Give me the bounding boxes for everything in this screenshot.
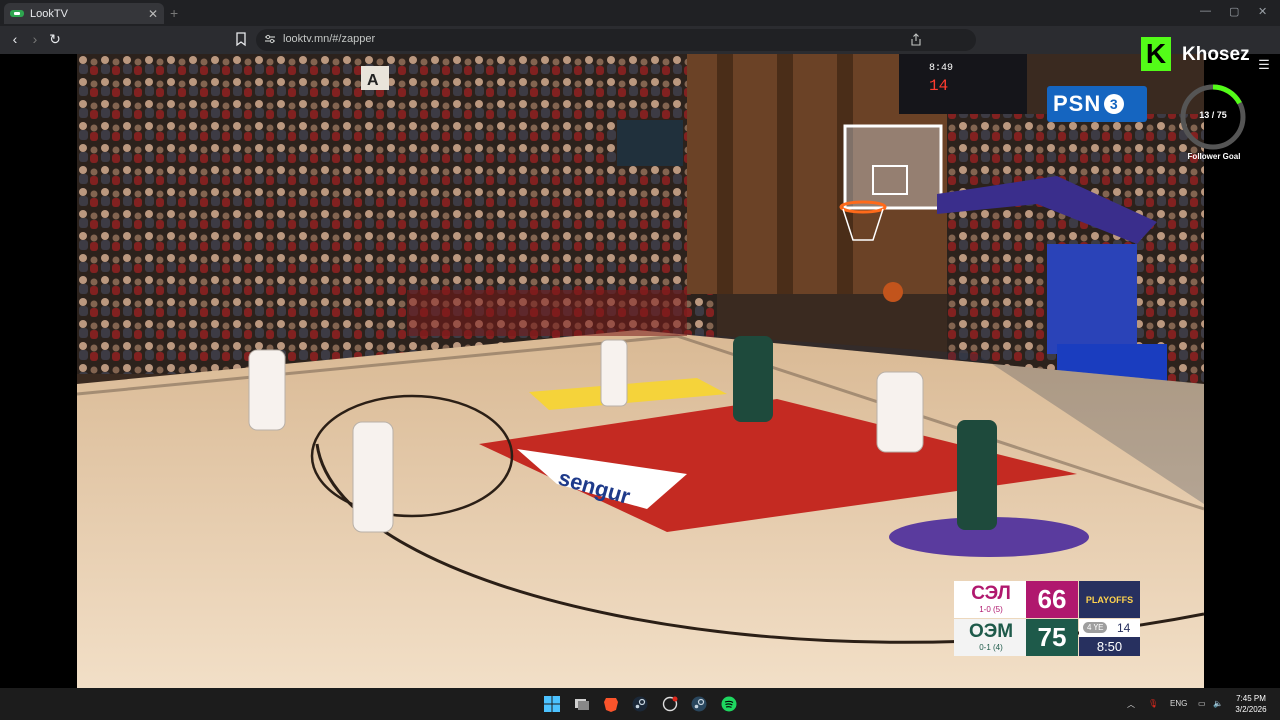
home-team-score: 66 bbox=[1026, 581, 1078, 618]
game-clock: 8:50 bbox=[1079, 637, 1140, 656]
quarter-box: 4 ҮЕ 14 bbox=[1079, 619, 1140, 637]
clock-time: 7:45 PM bbox=[1236, 694, 1266, 703]
channel-number: 3 bbox=[1104, 94, 1125, 114]
chatgpt-icon[interactable] bbox=[662, 696, 678, 712]
shot-clock: 14 bbox=[1117, 621, 1131, 635]
away-team-name: ОЭМ bbox=[968, 621, 1014, 642]
home-team-row: СЭЛ 1-0 (5) 66 bbox=[954, 581, 1078, 618]
home-team-name: СЭЛ bbox=[971, 583, 1011, 604]
brave-browser-icon[interactable] bbox=[603, 696, 619, 712]
share-icon[interactable] bbox=[910, 33, 922, 46]
tab-looktv[interactable]: LookTV ✕ bbox=[4, 3, 164, 24]
playoffs-logo: PLAYOFFS bbox=[1079, 581, 1140, 618]
input-language[interactable]: ENG bbox=[1170, 699, 1187, 708]
svg-text:14: 14 bbox=[929, 77, 948, 95]
follower-goal-label: Follower Goal bbox=[1187, 152, 1241, 161]
tray-overflow-icon[interactable]: ︿ bbox=[1127, 699, 1135, 710]
menu-icon[interactable]: ☰ bbox=[1258, 58, 1270, 71]
microphone-icon[interactable]: 🎙 bbox=[1148, 699, 1158, 708]
back-icon[interactable]: ‹ bbox=[6, 31, 24, 47]
away-team-row: ОЭМ 0-1 (4) 75 bbox=[954, 619, 1078, 656]
taskbar-clock[interactable]: 7:45 PM 3/2/2026 bbox=[1228, 693, 1274, 715]
psn-channel-logo: PSN 3 bbox=[1047, 86, 1147, 122]
streamer-name: Khosez bbox=[1182, 44, 1250, 65]
browser-toolbar: ‹ › ↻ looktv.mn/#/zapper 1 1 ● ✣ ▭ ☰ bbox=[0, 26, 1280, 72]
volume-icon[interactable]: 🔈 bbox=[1213, 699, 1223, 708]
home-team-record: 1-0 (5) bbox=[979, 605, 1003, 614]
broadcaster-name: PSN bbox=[1053, 91, 1102, 116]
svg-text:8:49: 8:49 bbox=[929, 63, 953, 74]
url-text[interactable]: looktv.mn/#/zapper bbox=[283, 33, 375, 45]
court-sign-a: A bbox=[367, 72, 379, 89]
maximize-window-icon[interactable]: ▢ bbox=[1229, 5, 1239, 18]
windows-taskbar: ︿ 🎙 ENG ▭ 🔈 7:45 PM 3/2/2026 bbox=[0, 688, 1280, 720]
new-tab-button[interactable]: + bbox=[170, 5, 178, 21]
network-icon[interactable]: ▭ bbox=[1198, 699, 1206, 708]
video-player[interactable]: 8:49 14 A sengur PSN 3 СЭЛ 1-0 (5) 66 ОЭ… bbox=[77, 54, 1204, 688]
away-team-record: 0-1 (4) bbox=[979, 643, 1003, 652]
address-bar[interactable]: looktv.mn/#/zapper bbox=[256, 29, 976, 51]
scoreboard: СЭЛ 1-0 (5) 66 ОЭМ 0-1 (4) 75 PLAYOFFS 4… bbox=[954, 581, 1140, 657]
browser-tab-bar: LookTV ✕ + — ▢ ✕ bbox=[0, 0, 1280, 26]
task-view-icon[interactable] bbox=[574, 696, 590, 712]
follower-goal-count: 13 / 75 bbox=[1199, 110, 1227, 120]
reload-icon[interactable]: ↻ bbox=[46, 31, 64, 48]
tab-title: LookTV bbox=[30, 7, 68, 20]
steam-icon[interactable] bbox=[632, 696, 648, 712]
tab-close-icon[interactable]: ✕ bbox=[148, 7, 158, 21]
clock-date: 3/2/2026 bbox=[1235, 705, 1267, 714]
kick-logo-icon: K bbox=[1141, 37, 1171, 71]
quarter-label: 4 ҮЕ bbox=[1083, 622, 1108, 633]
site-settings-icon[interactable] bbox=[264, 33, 276, 45]
windows-start-icon[interactable] bbox=[544, 696, 560, 712]
forward-icon[interactable]: › bbox=[26, 31, 44, 47]
away-team-score: 75 bbox=[1026, 619, 1078, 656]
steam-alt-icon[interactable] bbox=[691, 696, 707, 712]
looktv-favicon-icon bbox=[10, 10, 24, 17]
spotify-icon[interactable] bbox=[721, 696, 737, 712]
bookmark-icon[interactable] bbox=[234, 31, 248, 47]
close-window-icon[interactable]: ✕ bbox=[1258, 5, 1267, 18]
minimize-window-icon[interactable]: — bbox=[1200, 5, 1211, 17]
